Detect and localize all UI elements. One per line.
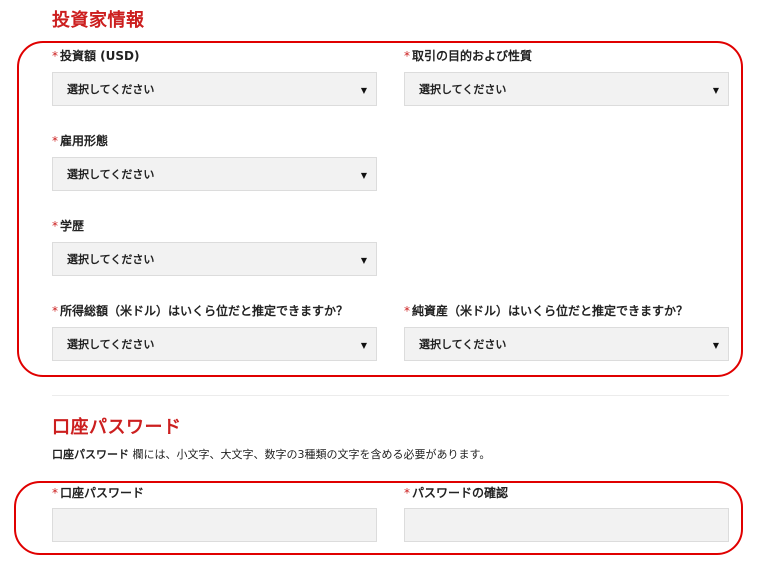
trade-purpose-select[interactable]: 選択してください ▼ bbox=[404, 72, 729, 106]
net-worth-label: * 純資産（米ドル）はいくら位だと推定できますか？ bbox=[404, 304, 689, 318]
caret-down-icon: ▼ bbox=[360, 86, 367, 95]
caret-down-icon: ▼ bbox=[360, 341, 367, 350]
net-worth-select[interactable]: 選択してください ▼ bbox=[404, 327, 729, 361]
password-requirement-note: 口座パスワード 欄には、小文字、大文字、数字の3種類の文字を含める必要があります… bbox=[52, 448, 491, 461]
section-divider bbox=[52, 395, 729, 396]
required-marker: * bbox=[52, 219, 58, 233]
confirm-password-label: * パスワードの確認 bbox=[404, 486, 509, 500]
caret-down-icon: ▼ bbox=[360, 256, 367, 265]
annual-income-select[interactable]: 選択してください ▼ bbox=[52, 327, 377, 361]
caret-down-icon: ▼ bbox=[712, 341, 719, 350]
annual-income-label: * 所得総額（米ドル）はいくら位だと推定できますか？ bbox=[52, 304, 349, 318]
trade-purpose-label: * 取引の目的および性質 bbox=[404, 49, 533, 63]
investment-amount-select[interactable]: 選択してください ▼ bbox=[52, 72, 377, 106]
password-label: * 口座パスワード bbox=[52, 486, 145, 500]
employment-label: * 雇用形態 bbox=[52, 134, 109, 148]
password-input[interactable] bbox=[52, 508, 377, 542]
confirm-password-input[interactable] bbox=[404, 508, 729, 542]
education-label: * 学歴 bbox=[52, 219, 85, 233]
required-marker: * bbox=[52, 486, 58, 500]
caret-down-icon: ▼ bbox=[360, 171, 367, 180]
required-marker: * bbox=[52, 134, 58, 148]
investment-amount-label: * 投資額 (USD) bbox=[52, 49, 140, 63]
required-marker: * bbox=[404, 486, 410, 500]
required-marker: * bbox=[404, 49, 410, 63]
education-select[interactable]: 選択してください ▼ bbox=[52, 242, 377, 276]
password-section-title: 口座パスワード bbox=[52, 417, 182, 438]
required-marker: * bbox=[52, 304, 58, 318]
caret-down-icon: ▼ bbox=[712, 86, 719, 95]
investor-section-title: 投資家情報 bbox=[52, 10, 145, 31]
required-marker: * bbox=[52, 49, 58, 63]
required-marker: * bbox=[404, 304, 410, 318]
employment-select[interactable]: 選択してください ▼ bbox=[52, 157, 377, 191]
